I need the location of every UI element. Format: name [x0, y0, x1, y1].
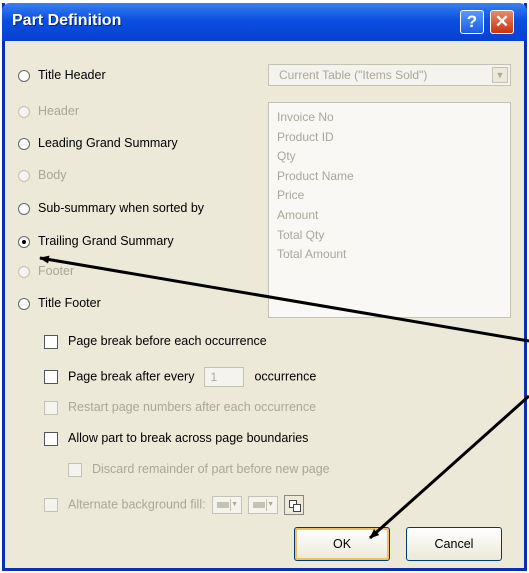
arrow-to-ok-button	[369, 394, 529, 540]
arrow-to-trailing-grand-summary	[39, 255, 529, 343]
annotation-arrows	[39, 255, 529, 540]
